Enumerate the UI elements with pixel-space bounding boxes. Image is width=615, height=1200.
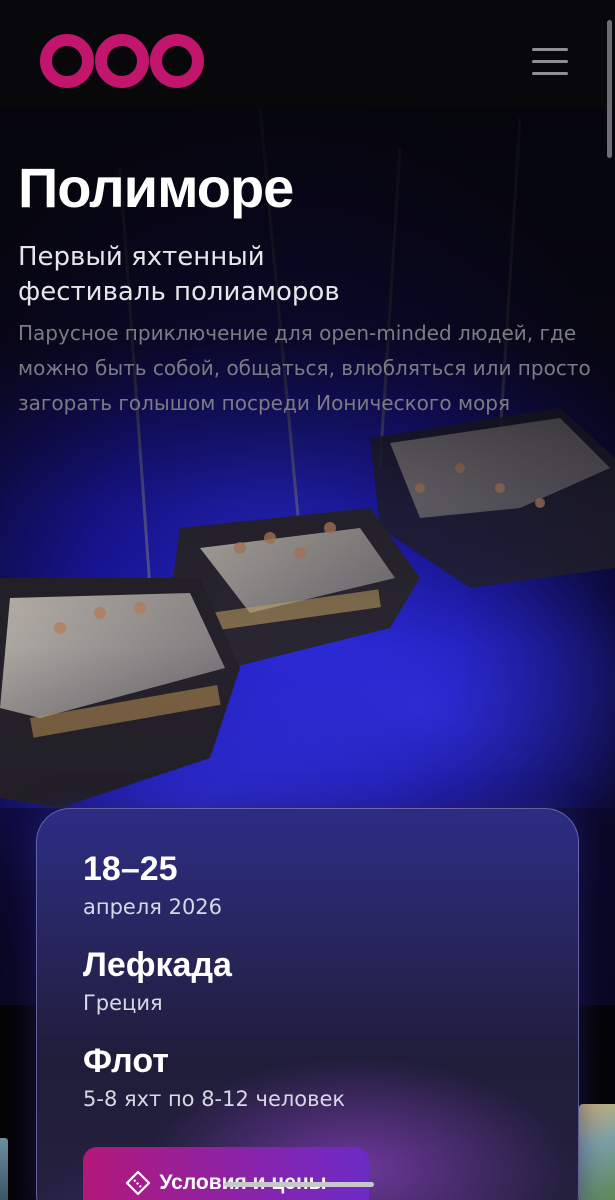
dates-label: апреля 2026	[83, 895, 223, 919]
fleet-value: Флот	[83, 1042, 169, 1080]
top-header	[0, 0, 615, 108]
gallery-thumbnail-left[interactable]	[0, 1138, 8, 1200]
hero-description: Парусное приключение для open-minded люд…	[18, 321, 591, 415]
terms-and-prices-button[interactable]: Условия и цены	[83, 1147, 369, 1200]
page: Полиморе Первый яхтенный фестиваль полиа…	[0, 0, 615, 1200]
hero-subtitle: Первый яхтенный фестиваль полиаморов	[18, 240, 578, 310]
event-info-card: 18–25 апреля 2026 Лефкада Греция Флот 5-…	[36, 808, 579, 1200]
gallery-thumbnail-right[interactable]	[579, 1104, 615, 1200]
fleet-label: 5-8 яхт по 8-12 человек	[83, 1087, 346, 1111]
home-indicator	[224, 1182, 374, 1187]
ticket-diamond-icon	[126, 1170, 151, 1196]
page-title: Полиморе	[18, 156, 294, 219]
place-value: Лефкада	[83, 946, 232, 984]
place-label: Греция	[83, 991, 163, 1015]
hamburger-menu-icon[interactable]	[532, 44, 570, 78]
brand-logo-icon[interactable]	[40, 30, 204, 92]
dates-value: 18–25	[83, 850, 178, 888]
hero-subtitle-line1: Первый яхтенный	[18, 242, 265, 272]
hero-subtitle-line2: фестиваль полиаморов	[18, 277, 340, 307]
scrollbar-thumb[interactable]	[607, 20, 612, 158]
